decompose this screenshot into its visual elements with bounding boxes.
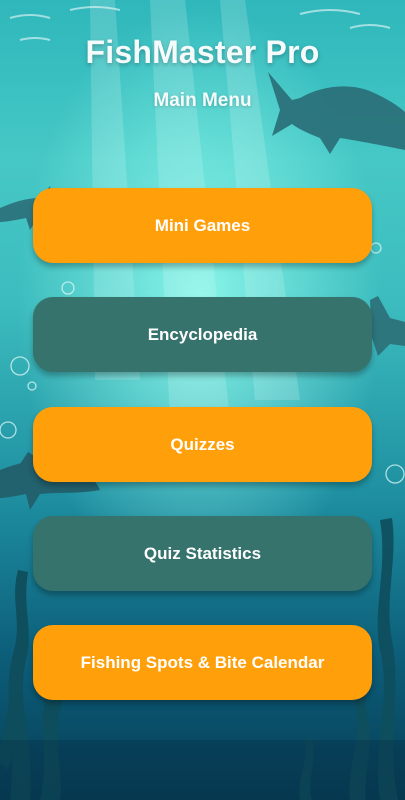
encyclopedia-button[interactable]: Encyclopedia xyxy=(33,297,372,372)
shark-silhouette-right xyxy=(370,296,405,356)
seafloor-shade xyxy=(0,740,405,800)
mini-games-button[interactable]: Mini Games xyxy=(33,188,372,263)
quizzes-button[interactable]: Quizzes xyxy=(33,407,372,482)
quiz-statistics-button[interactable]: Quiz Statistics xyxy=(33,516,372,591)
main-menu-screen: FishMaster Pro Main Menu Mini Games Ency… xyxy=(0,0,405,800)
fishing-spots-bite-calendar-button[interactable]: Fishing Spots & Bite Calendar xyxy=(33,625,372,700)
app-title: FishMaster Pro xyxy=(85,34,320,70)
page-subtitle: Main Menu xyxy=(153,90,252,111)
shark-silhouette-large xyxy=(268,72,405,154)
